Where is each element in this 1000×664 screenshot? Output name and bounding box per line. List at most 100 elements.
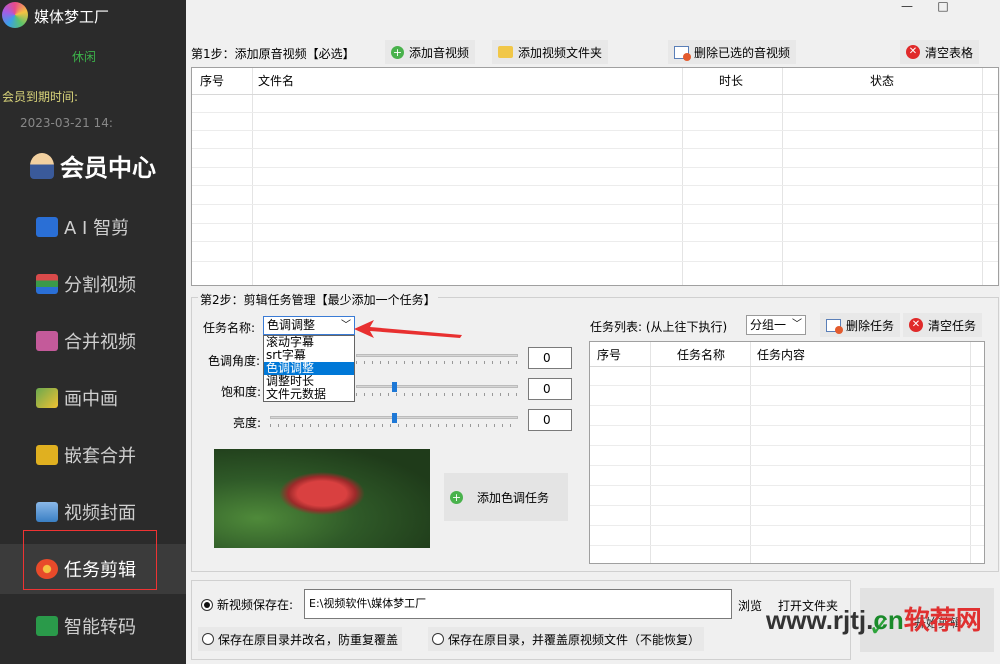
- hue-value-field[interactable]: 0: [528, 347, 572, 369]
- delete-icon: [826, 318, 843, 334]
- new-save-option[interactable]: 新视频保存在:: [201, 596, 293, 613]
- add-icon: +: [391, 45, 404, 59]
- sidebar-item-label: 任务剪辑: [64, 560, 136, 581]
- sidebar-item-label: 画中画: [64, 389, 118, 410]
- hue-slider[interactable]: [356, 354, 518, 357]
- red-arrow-icon: [354, 320, 462, 338]
- add-icon: +: [450, 490, 463, 504]
- nested-merge-icon: [36, 445, 58, 465]
- close-icon: ✕: [906, 45, 920, 59]
- picture-in-picture-icon: [36, 388, 58, 408]
- minimize-button[interactable]: —: [892, 0, 922, 14]
- overwrite-option[interactable]: 保存在原目录，并覆盖原视频文件（不能恢复）: [428, 627, 705, 651]
- task-column-content[interactable]: 任务内容: [757, 342, 805, 368]
- save-path-input[interactable]: E:\视频软件\媒体梦工厂: [304, 589, 732, 619]
- sidebar-item-label: 合并视频: [64, 332, 136, 353]
- radio-new-save[interactable]: [201, 598, 213, 611]
- radio-keep-rename[interactable]: [202, 633, 214, 645]
- sidebar-item-smart-transcode[interactable]: 智能转码: [0, 601, 186, 651]
- brightness-thumb[interactable]: [392, 413, 397, 423]
- add-color-task-label: 添加色调任务: [477, 490, 550, 505]
- brightness-slider-ticks: [270, 424, 518, 427]
- expire-label: 会员到期时间:: [2, 90, 79, 104]
- user-name: 休闲: [72, 50, 97, 64]
- task-name-label: 任务名称:: [203, 321, 256, 335]
- expire-value: 2023-03-21 14:: [20, 116, 113, 130]
- app-logo-icon: [2, 2, 28, 28]
- saturation-thumb[interactable]: [392, 382, 397, 392]
- member-center-button[interactable]: 会员中心: [30, 148, 156, 183]
- step1-label: 第1步：添加原音视频【必选】: [191, 47, 355, 61]
- watermark-brand: 软荐网: [903, 605, 982, 635]
- watermark-prefix: www.rjtj.: [766, 605, 874, 635]
- add-av-label: 添加音视频: [409, 45, 470, 60]
- saturation-value-field[interactable]: 0: [528, 378, 572, 400]
- saturation-label: 饱和度:: [221, 385, 262, 399]
- delete-selected-label: 删除已选的音视频: [694, 45, 791, 60]
- brightness-label: 亮度:: [233, 416, 262, 430]
- member-avatar-icon: [30, 152, 54, 179]
- close-icon: ✕: [909, 318, 923, 332]
- step2-label: 第2步：剪辑任务管理【最少添加一个任务】: [198, 291, 438, 308]
- new-save-label: 新视频保存在:: [217, 598, 294, 612]
- task-option[interactable]: 文件元数据: [264, 388, 354, 401]
- saturation-slider[interactable]: [356, 385, 518, 388]
- brightness-value-field[interactable]: 0: [528, 409, 572, 431]
- add-av-button[interactable]: + 添加音视频: [385, 40, 476, 64]
- clear-tasks-label: 清空任务: [928, 318, 977, 333]
- sidebar-item-label: 分割视频: [64, 275, 136, 296]
- watermark-cn: cn: [873, 605, 904, 635]
- task-option-selected[interactable]: 色调调整: [264, 362, 354, 375]
- video-cover-icon: [36, 502, 58, 522]
- group-value: 分组一: [750, 318, 787, 332]
- folder-icon: [498, 46, 513, 58]
- sidebar-item-merge-video[interactable]: 合并视频: [0, 316, 186, 366]
- browse-button[interactable]: 浏览: [738, 597, 762, 614]
- radio-overwrite[interactable]: [432, 633, 444, 645]
- overwrite-label: 保存在原目录，并覆盖原视频文件（不能恢复）: [448, 632, 701, 647]
- task-option[interactable]: 滚动字幕: [264, 336, 354, 349]
- maximize-button[interactable]: □: [928, 0, 958, 14]
- task-name-select[interactable]: 色调调整 ﹀: [263, 316, 355, 335]
- sidebar-item-split-video[interactable]: 分割视频: [0, 259, 186, 309]
- clear-table-button[interactable]: ✕ 清空表格: [900, 40, 980, 64]
- sidebar-item-video-cover[interactable]: 视频封面: [0, 487, 186, 537]
- task-name-value: 色调调整: [267, 318, 316, 332]
- column-header-status[interactable]: 状态: [870, 68, 894, 94]
- ai-cut-icon: [36, 217, 58, 237]
- file-table[interactable]: 序号 文件名 时长 状态: [191, 67, 999, 286]
- keep-rename-option[interactable]: 保存在原目录并改名，防重复覆盖: [198, 627, 403, 651]
- keep-rename-label: 保存在原目录并改名，防重复覆盖: [218, 632, 399, 647]
- task-option[interactable]: 调整时长: [264, 375, 354, 388]
- column-header-index[interactable]: 序号: [200, 68, 224, 94]
- member-center-label: 会员中心: [60, 153, 156, 182]
- sidebar-item-picture-in-picture[interactable]: 画中画: [0, 373, 186, 423]
- hue-label: 色调角度:: [208, 354, 261, 368]
- flower-icon: [36, 559, 58, 579]
- sidebar-item-nested-merge[interactable]: 嵌套合并: [0, 430, 186, 480]
- delete-selected-button[interactable]: 删除已选的音视频: [668, 40, 797, 64]
- task-column-name[interactable]: 任务名称: [677, 342, 725, 368]
- saturation-slider-ticks: [356, 393, 518, 396]
- group-select[interactable]: 分组一 ﹀: [746, 315, 806, 335]
- merge-video-icon: [36, 331, 58, 351]
- smart-transcode-icon: [36, 616, 58, 636]
- add-folder-button[interactable]: 添加视频文件夹: [492, 40, 609, 64]
- sidebar-item-label: 视频封面: [64, 503, 136, 524]
- task-column-index[interactable]: 序号: [597, 342, 621, 368]
- chevron-down-icon: ﹀: [341, 320, 351, 331]
- split-video-icon: [36, 274, 58, 294]
- task-table[interactable]: 序号 任务名称 任务内容: [589, 341, 985, 564]
- watermark: www.rjtj.cn软荐网: [766, 600, 982, 637]
- task-list-label: 任务列表: (从上往下执行): [590, 320, 728, 334]
- sidebar: 媒体梦工厂 休闲 会员到期时间: 2023-03-21 14: 会员中心 A I…: [0, 0, 186, 664]
- sidebar-item-task-edit[interactable]: 任务剪辑: [0, 544, 186, 594]
- add-folder-label: 添加视频文件夹: [518, 45, 603, 60]
- column-header-filename[interactable]: 文件名: [258, 68, 294, 94]
- column-header-duration[interactable]: 时长: [719, 68, 743, 94]
- add-color-task-button[interactable]: + 添加色调任务: [444, 473, 568, 521]
- delete-task-button[interactable]: 删除任务: [820, 313, 901, 337]
- clear-tasks-button[interactable]: ✕ 清空任务: [903, 313, 983, 337]
- task-option[interactable]: srt字幕: [264, 349, 354, 362]
- sidebar-item-ai-cut[interactable]: A I 智剪: [0, 202, 186, 252]
